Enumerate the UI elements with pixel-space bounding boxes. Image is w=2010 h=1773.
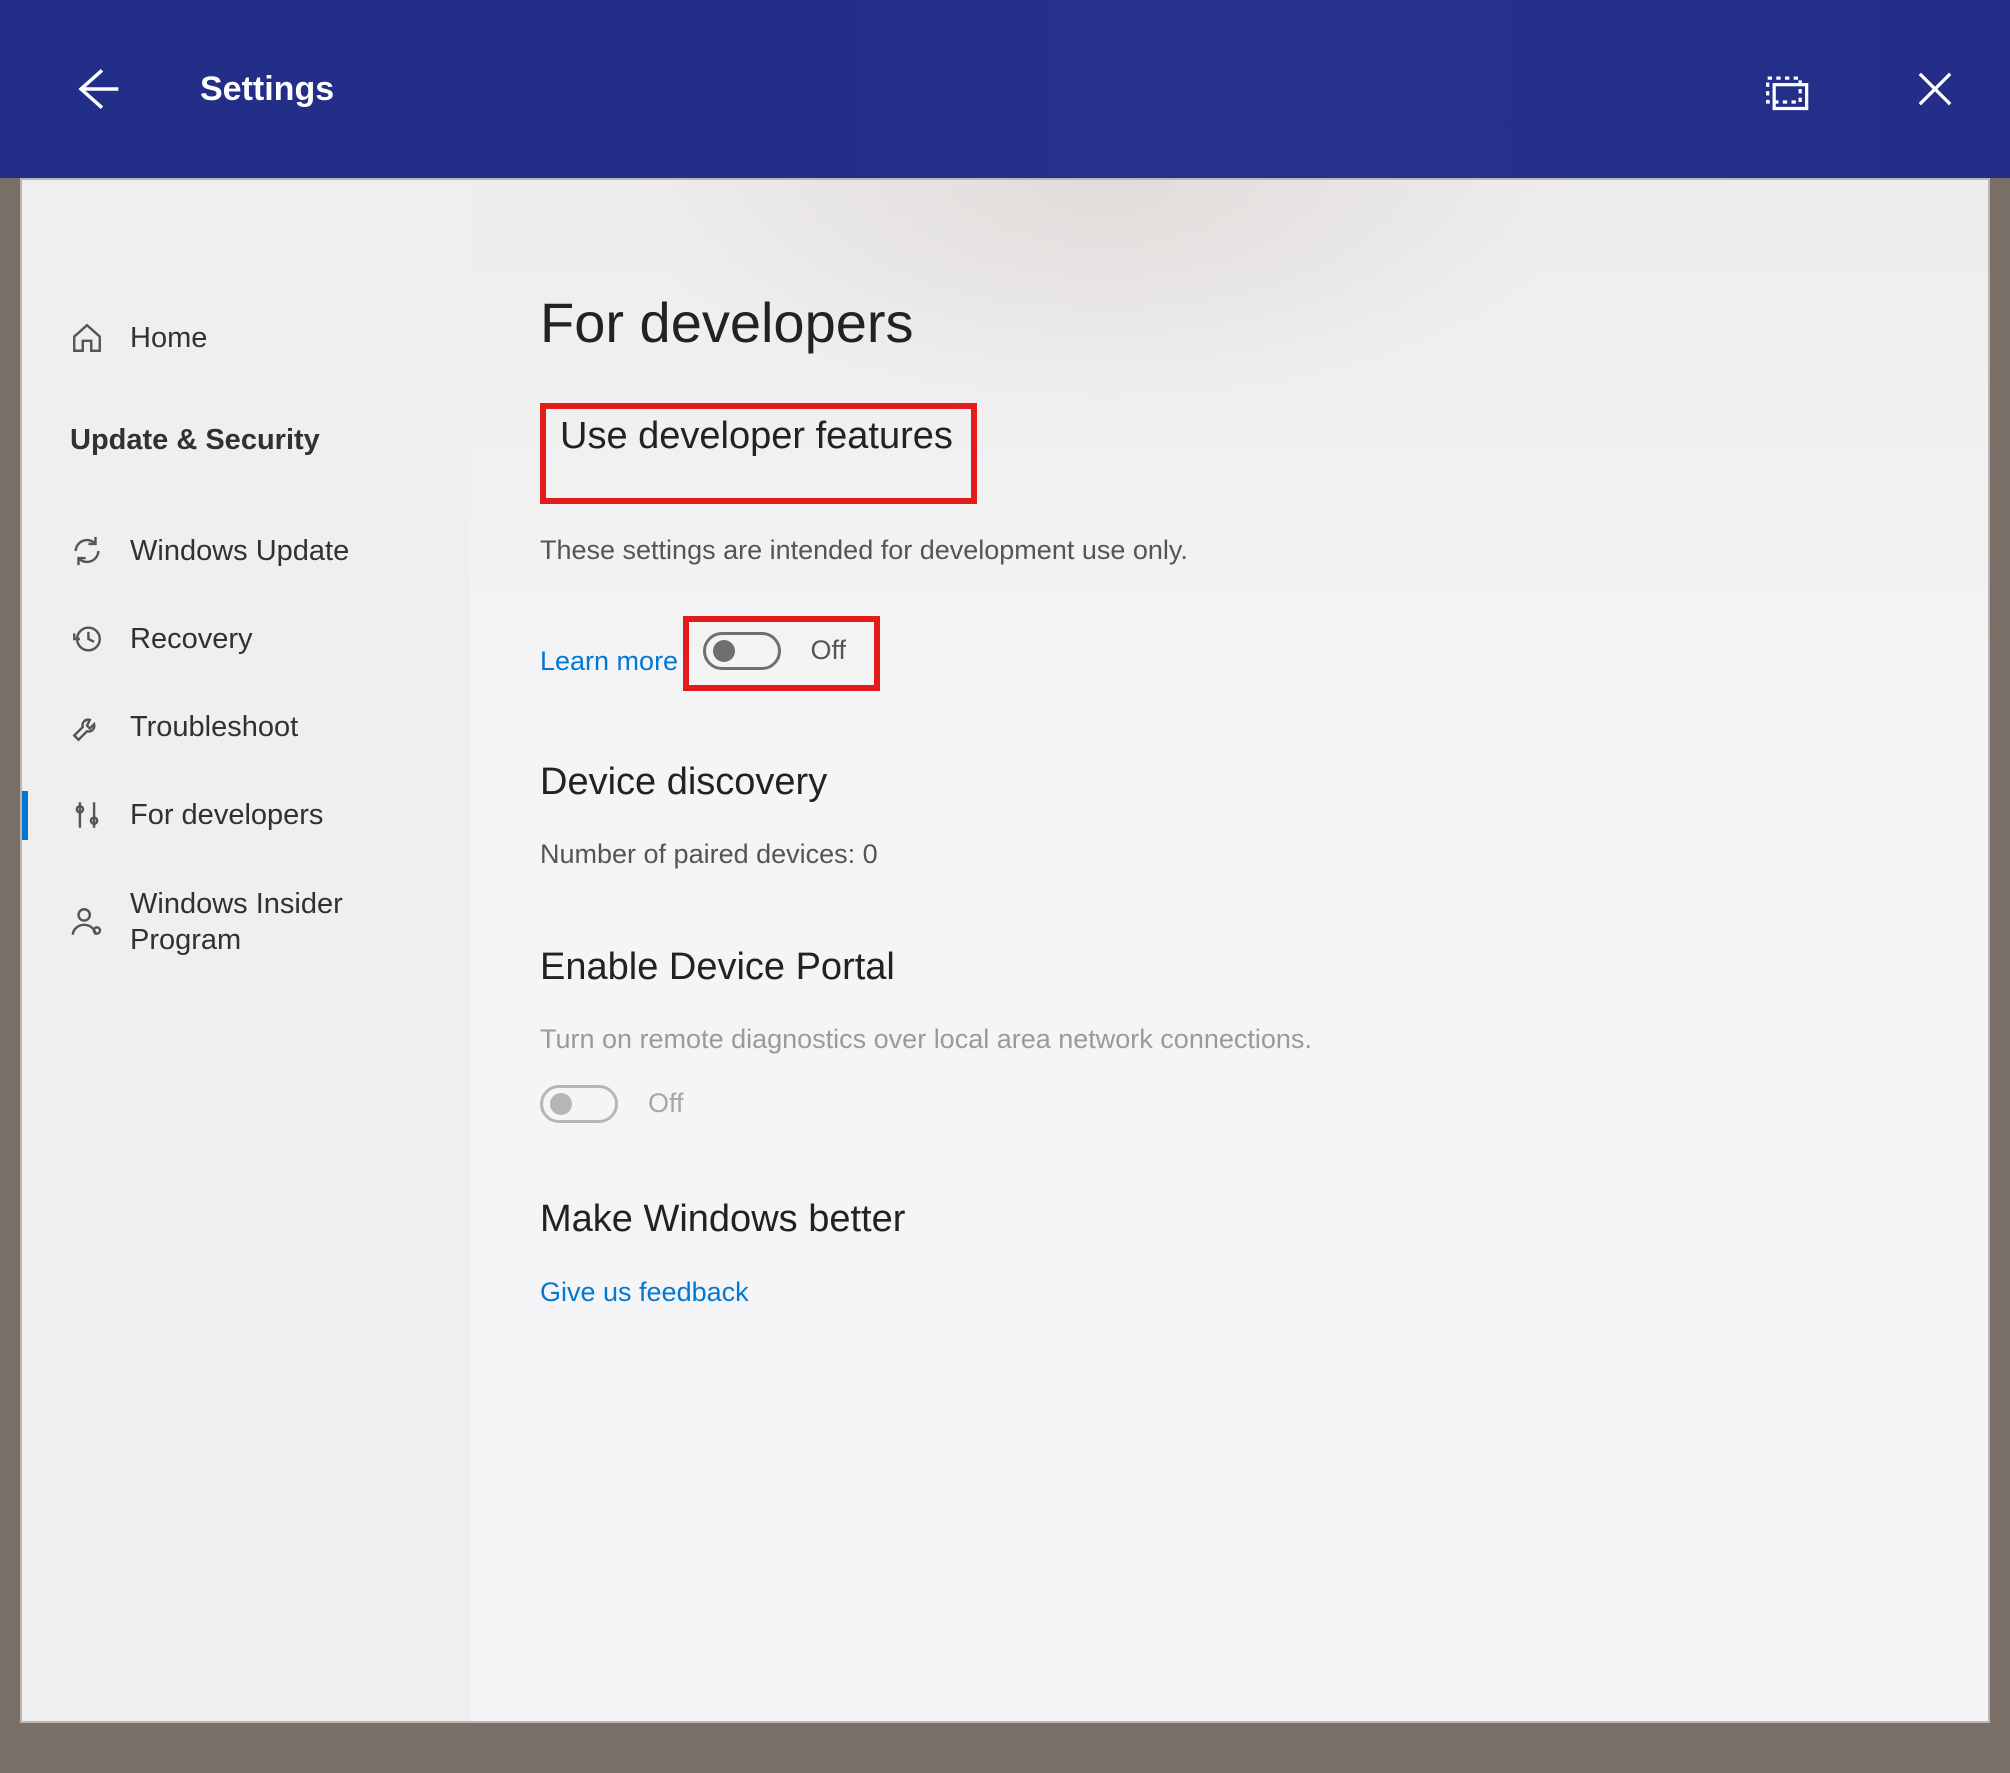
section-heading-dev-features: Use developer features <box>560 415 953 458</box>
toggle-knob <box>550 1093 572 1115</box>
history-icon <box>70 622 104 656</box>
sidebar-category-label: Update & Security <box>70 422 320 458</box>
sidebar-item-home[interactable]: Home <box>22 320 470 396</box>
device-portal-toggle-label: Off <box>648 1088 684 1119</box>
highlight-box: Off <box>683 616 881 691</box>
sidebar-item-windows-insider[interactable]: Windows Insider Program <box>22 860 470 985</box>
sidebar-item-label: Troubleshoot <box>130 709 298 745</box>
sidebar-item-troubleshoot[interactable]: Troubleshoot <box>22 683 470 771</box>
titlebar: Settings <box>0 0 2010 178</box>
sidebar-item-label: Recovery <box>130 621 253 657</box>
person-icon <box>70 905 104 939</box>
content-area: For developers Use developer features Th… <box>470 180 1988 1721</box>
back-button[interactable] <box>50 44 140 134</box>
device-portal-toggle <box>540 1085 618 1123</box>
device-portal-description: Turn on remote diagnostics over local ar… <box>540 1019 1918 1061</box>
resize-icon <box>1759 63 1811 115</box>
close-button[interactable] <box>1890 44 1980 134</box>
sidebar-category: Update & Security <box>22 396 470 506</box>
section-heading-make-better: Make Windows better <box>540 1198 1918 1241</box>
paired-devices-label: Number of paired devices: <box>540 839 855 869</box>
sidebar-item-label: Windows Update <box>130 533 349 569</box>
dev-features-description: These settings are intended for developm… <box>540 530 1918 572</box>
resize-button[interactable] <box>1740 44 1830 134</box>
sidebar-item-for-developers[interactable]: For developers <box>22 771 470 859</box>
toggle-knob <box>713 640 735 662</box>
home-icon <box>70 321 104 355</box>
arrow-left-icon <box>67 61 123 117</box>
sidebar-item-label: Windows Insider Program <box>130 886 430 959</box>
give-feedback-link[interactable]: Give us feedback <box>540 1277 749 1308</box>
section-heading-device-portal: Enable Device Portal <box>540 946 1918 989</box>
wrench-icon <box>70 710 104 744</box>
sidebar-item-label: For developers <box>130 797 323 833</box>
sidebar: Home Update & Security Windows Update Re… <box>22 180 470 1721</box>
sidebar-item-windows-update[interactable]: Windows Update <box>22 507 470 595</box>
refresh-icon <box>70 534 104 568</box>
settings-window: Home Update & Security Windows Update Re… <box>20 178 1990 1723</box>
page-title: For developers <box>540 290 1918 355</box>
paired-devices-count: 0 <box>863 839 878 869</box>
paired-devices-text: Number of paired devices: 0 <box>540 834 1918 876</box>
window-title: Settings <box>200 70 334 109</box>
close-icon <box>1909 63 1961 115</box>
sidebar-item-recovery[interactable]: Recovery <box>22 595 470 683</box>
dev-features-toggle-label: Off <box>811 635 847 666</box>
section-heading-discovery: Device discovery <box>540 761 1918 804</box>
sidebar-item-label: Home <box>130 320 207 356</box>
sliders-icon <box>70 798 104 832</box>
dev-features-toggle[interactable] <box>703 632 781 670</box>
highlight-box: Use developer features <box>540 403 977 504</box>
learn-more-link[interactable]: Learn more <box>540 646 678 677</box>
